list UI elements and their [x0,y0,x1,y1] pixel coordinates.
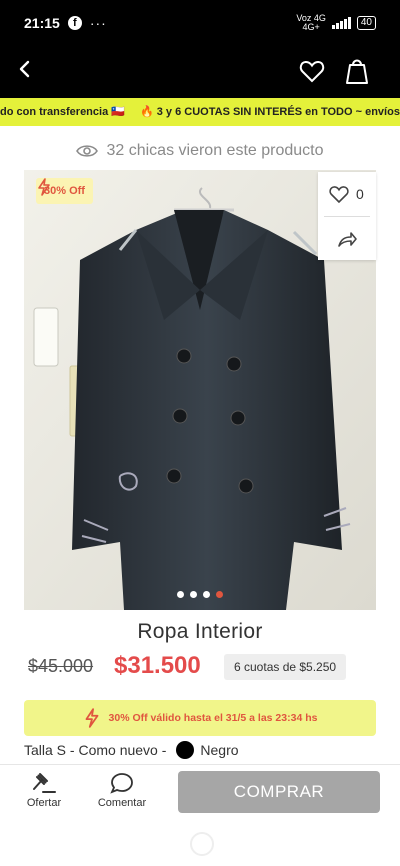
discount-badge: 30% Off [36,178,93,204]
carousel-dot[interactable] [177,591,184,598]
comment-button[interactable]: Comentar [92,771,152,809]
product-title: Ropa Interior [137,620,263,643]
installments-badge: 6 cuotas de $5.250 [224,654,347,680]
back-arrow-icon[interactable] [14,58,36,80]
original-price: $45.000 [28,656,94,676]
sale-price: $31.500 [114,652,201,679]
color-name: Negro [200,742,239,758]
carousel-dot[interactable] [190,591,197,598]
promo-banner: 30% Off válido hasta el 31/5 a las 23:34… [24,700,376,736]
carousel-dot-active[interactable] [216,591,223,598]
home-gesture-icon[interactable] [190,832,214,856]
price-row: $45.000 $31.500 6 cuotas de $5.250 [24,652,376,682]
viewers-info: 32 chicas vieron este producto [0,138,400,164]
carousel-indicators [0,591,400,603]
ticker-item-transfer: do con transferencia 🇨🇱 [0,106,125,118]
bottom-action-bar: Ofertar Comentar COMPRAR [0,764,400,821]
like-button[interactable]: 0 [328,184,364,204]
share-icon[interactable] [336,228,358,250]
ticker-item-installments: 🔥 3 y 6 CUOTAS SIN INTERÉS en TODO ~ env… [140,106,400,118]
status-more: ··· [89,15,107,31]
carousel-dot[interactable] [203,591,210,598]
product-details: Talla S - Como nuevo - Negro [24,740,384,760]
signal-icon [331,17,351,29]
favorite-heart-icon[interactable] [298,57,326,85]
like-count: 0 [356,186,364,202]
network-indicator: Voz 4G 4G+ [296,14,326,32]
system-nav-bar [0,820,400,866]
shopping-bag-icon[interactable] [344,55,370,85]
heart-icon [329,186,349,204]
battery-icon: 40 [356,16,376,30]
lightning-icon [85,708,98,728]
gavel-icon [33,773,56,793]
network-bottom-label: 4G+ [302,22,320,32]
status-time: 21:15 [24,15,60,31]
size-condition: Talla S - Como nuevo - [24,742,167,758]
viewers-text: 32 chicas vieron este producto [106,142,324,159]
app-bar [0,46,400,98]
eye-icon [76,145,99,157]
lightning-icon [38,178,50,196]
offer-button[interactable]: Ofertar [14,771,74,809]
buy-button[interactable]: COMPRAR [178,771,380,813]
promo-text: 30% Off válido hasta el 31/5 a las 23:34… [108,712,318,724]
color-swatch [176,741,195,759]
comment-label: Comentar [97,797,147,809]
facebook-icon: f [67,16,82,30]
promo-ticker: do con transferencia 🇨🇱 🔥 3 y 6 CUOTAS S… [0,98,400,126]
product-side-actions: 0 [318,172,376,260]
side-actions-divider [324,216,370,217]
offer-label: Ofertar [26,797,62,809]
status-bar: 21:15 f ··· Voz 4G 4G+ 40 [0,0,400,46]
comment-icon [110,773,133,794]
